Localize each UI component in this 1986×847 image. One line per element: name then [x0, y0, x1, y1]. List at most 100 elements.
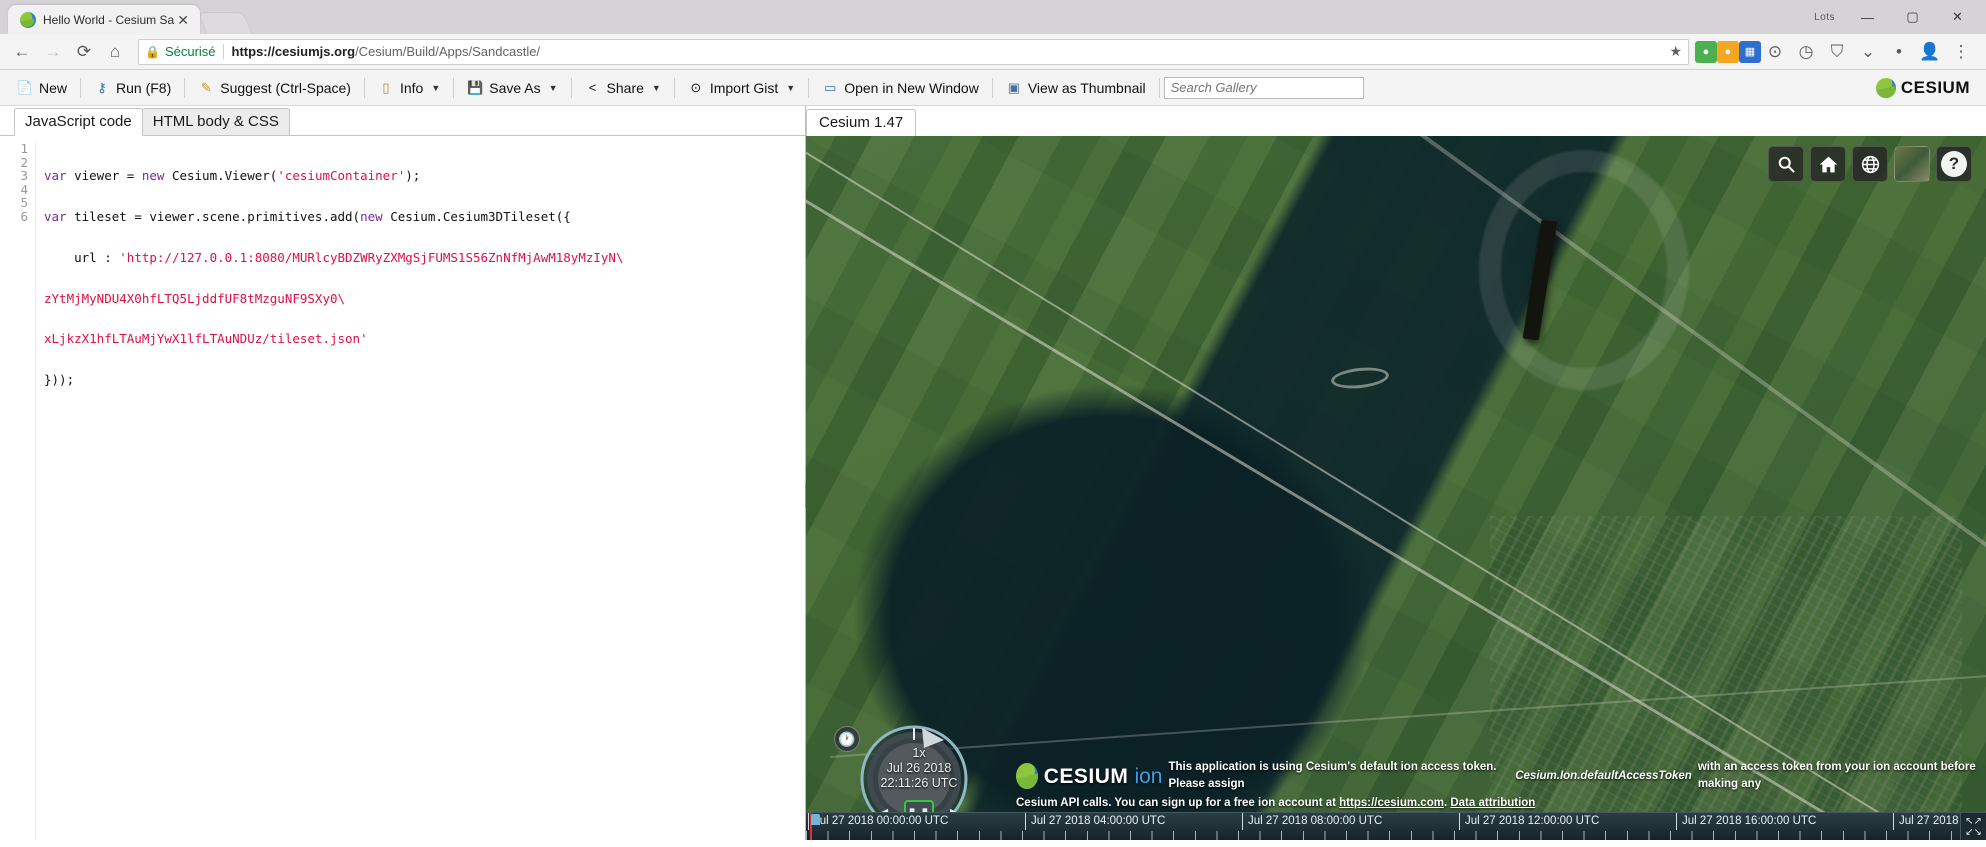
toolbar-separator [184, 77, 186, 98]
info-button[interactable]: ▯ Info ▼ [369, 77, 449, 99]
credit-display: CESIUM ion This application is using Ces… [1016, 759, 1986, 812]
maximize-icon[interactable]: ▢ [1890, 2, 1935, 32]
pane-splitter[interactable] [803, 152, 808, 832]
new-button[interactable]: 📄 New [8, 77, 76, 99]
credit-text-token: Cesium.Ion.defaultAccessToken [1515, 769, 1692, 782]
help-icon[interactable]: ? [1936, 146, 1972, 182]
bookmark-star-icon[interactable]: ★ [1669, 43, 1682, 60]
chevron-down-icon: ▼ [548, 82, 558, 93]
import-gist-button[interactable]: ⊙ Import Gist ▼ [679, 77, 804, 99]
extension-icon-gear[interactable]: ⊙ [1761, 38, 1789, 66]
data-attribution-link[interactable]: Data attribution [1450, 797, 1535, 809]
window-close-icon[interactable]: ✕ [1935, 2, 1980, 32]
tab-html-body-css[interactable]: HTML body & CSS [141, 108, 290, 135]
toolbar-separator [991, 77, 993, 98]
code-line: })); [44, 372, 75, 388]
home-icon[interactable]: ⌂ [101, 38, 129, 66]
cesium-globe-canvas[interactable]: ? 🕐 1x Jul 26 2018 22:11:26 UTC CESIUM i… [806, 136, 1986, 840]
window-icon: ▭ [824, 79, 837, 95]
search-gallery-input[interactable] [1163, 76, 1364, 99]
window-label: Lots [1814, 11, 1835, 23]
save-icon: 💾 [467, 79, 484, 95]
browser-tab-title: Hello World - Cesium San [43, 12, 175, 27]
run-button[interactable]: ⚷ Run (F8) [85, 77, 180, 99]
view-as-thumbnail-button[interactable]: ▣ View as Thumbnail [997, 77, 1155, 99]
back-icon[interactable]: ← [8, 38, 36, 66]
home-icon[interactable] [1810, 146, 1846, 182]
share-button[interactable]: < Share ▼ [576, 77, 670, 99]
tab-javascript-code[interactable]: JavaScript code [14, 108, 143, 136]
url-path: /Cesium/Build/Apps/Sandcastle/ [355, 44, 541, 59]
lock-icon: 🔒 [145, 44, 160, 59]
tab-cesium-version[interactable]: Cesium 1.47 [806, 109, 917, 136]
address-bar[interactable]: 🔒 Sécurisé https://cesiumjs.org/Cesium/B… [138, 38, 1689, 65]
forward-icon[interactable]: → [39, 38, 67, 66]
line-number-gutter: 1 2 3 4 5 6 [0, 142, 36, 840]
toolbar-separator [808, 77, 810, 98]
tab-strip: Hello World - Cesium San ✕ Lots — ▢ ✕ [0, 0, 1986, 34]
open-in-new-window-button[interactable]: ▭ Open in New Window [813, 77, 988, 99]
toolbar-separator [453, 77, 455, 98]
timeline-label: Jul 27 2018 12:00:00 UTC [1465, 815, 1600, 827]
workspace: JavaScript code HTML body & CSS 1 2 3 4 … [0, 106, 1986, 840]
cesium-logo: CESIUM [1875, 77, 1978, 98]
timeline-major-tick [1025, 813, 1026, 830]
reload-icon[interactable]: ⟳ [70, 38, 98, 66]
timeline-current-time-needle[interactable] [810, 813, 820, 840]
credit-text-line2: Cesium API calls. You can sign up for a … [1016, 795, 1986, 812]
timeline-needle-handle[interactable] [811, 814, 820, 825]
resize-down-icon: ↙↘ [1965, 826, 1982, 838]
chevron-down-icon: ▼ [431, 82, 441, 93]
code-editor[interactable]: 1 2 3 4 5 6 var viewer = new Cesium.View… [0, 136, 805, 840]
timeline-major-tick [1459, 813, 1460, 830]
code-content[interactable]: var viewer = new Cesium.Viewer('cesiumCo… [36, 142, 623, 840]
code-line: var tileset = viewer.scene.primitives.ad… [44, 208, 571, 224]
code-line: var viewer = new Cesium.Viewer('cesiumCo… [44, 168, 421, 184]
globe-icon[interactable] [1852, 146, 1888, 182]
extension-icon-check[interactable]: ⌄ [1854, 38, 1882, 66]
timeline-major-tick [1676, 813, 1677, 830]
line-number: 6 [20, 208, 28, 224]
minimize-icon[interactable]: — [1845, 2, 1890, 32]
github-icon: ⊙ [690, 79, 702, 95]
line-number: 2 [20, 154, 28, 170]
sandcastle-toolbar: 📄 New ⚷ Run (F8) ✎ Suggest (Ctrl-Space) … [0, 70, 1986, 106]
timeline-widget[interactable]: Jul 27 2018 00:00:00 UTC Jul 27 2018 04:… [806, 812, 1986, 840]
editor-pane: JavaScript code HTML body & CSS 1 2 3 4 … [0, 106, 806, 840]
document-icon: 📄 [16, 79, 34, 95]
extension-icon-green[interactable]: ● [1695, 40, 1717, 63]
cesium-ion-logo-suffix: ion [1134, 764, 1163, 788]
atmosphere-ring [1478, 150, 1689, 391]
chevron-down-icon: ▼ [651, 82, 661, 93]
new-tab-button[interactable] [197, 12, 253, 34]
profile-avatar-icon[interactable]: 👤 [1916, 38, 1944, 66]
extension-icon-blue[interactable]: ▦ [1739, 40, 1761, 63]
toolbar-separator [570, 77, 572, 98]
extension-icon-clock[interactable]: ◷ [1792, 38, 1820, 66]
suggest-button[interactable]: ✎ Suggest (Ctrl-Space) [189, 77, 360, 99]
cesium-ion-logo-text: CESIUM [1043, 764, 1129, 788]
save-as-button[interactable]: 💾 Save As ▼ [458, 77, 566, 99]
extension-icon-orange[interactable]: ● [1717, 40, 1739, 63]
imagery-layer-icon[interactable] [1894, 146, 1930, 182]
timeline-label: Jul 27 2018 20:00:00 UTC [1899, 815, 1960, 827]
toolbar-separator [80, 77, 82, 98]
run-button-label: Run (F8) [116, 79, 172, 96]
credit-text-line1-a: This application is using Cesium's defau… [1168, 761, 1497, 790]
timeline-label: Jul 27 2018 16:00:00 UTC [1682, 815, 1817, 827]
browser-tab[interactable]: Hello World - Cesium San ✕ [8, 5, 200, 34]
extension-icon-shield[interactable]: ⛉ [1823, 38, 1851, 66]
viewer-tab-bar: Cesium 1.47 [806, 106, 1986, 136]
fullscreen-button[interactable]: ↖↗ ↙↘ [1960, 813, 1986, 840]
chrome-menu-icon[interactable]: ⋮ [1947, 38, 1975, 66]
timeline-track[interactable]: Jul 27 2018 00:00:00 UTC Jul 27 2018 04:… [806, 813, 1960, 840]
import-gist-button-label: Import Gist [709, 79, 779, 96]
search-icon[interactable] [1768, 146, 1804, 182]
open-in-new-window-label: Open in New Window [844, 79, 979, 96]
close-icon[interactable]: ✕ [174, 11, 192, 29]
save-as-button-label: Save As [489, 79, 541, 96]
cesium-com-link[interactable]: https://cesium.com [1339, 797, 1444, 809]
extension-icon-dot[interactable]: • [1885, 38, 1913, 66]
security-status-label: Sécurisé [164, 44, 216, 59]
timeline-label: Jul 27 2018 08:00:00 UTC [1248, 815, 1383, 827]
